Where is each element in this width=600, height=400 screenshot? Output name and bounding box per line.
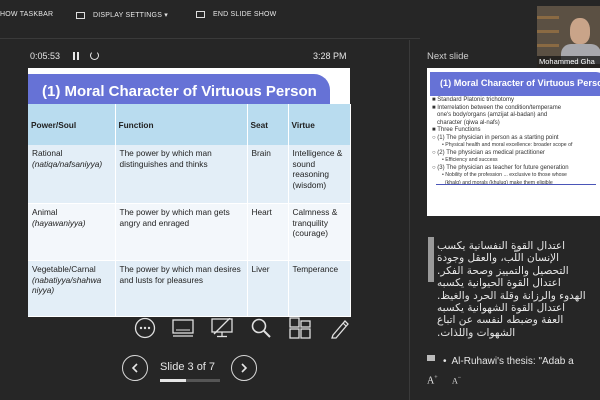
notes-scroll-thumb[interactable]: [428, 237, 434, 282]
notes-line: اعتدال القوة الشهوانية يكسبه: [437, 302, 566, 315]
list-item: • Efficiency and success: [442, 157, 498, 163]
list-item: ■ Three Functions: [432, 127, 481, 133]
function-cell: The power by which man desires and lusts…: [115, 260, 248, 317]
notes-line: اعتدال القوة الحيوانية يكسبه: [437, 277, 561, 290]
soul-term: (hayawaniyya): [32, 217, 86, 228]
black-screen-icon[interactable]: [210, 317, 234, 339]
speaker-notes[interactable]: اعتدال القوة النفسانية يكسب الإنسان اللّ…: [437, 240, 600, 339]
scroll-down-icon[interactable]: [427, 355, 435, 361]
virtue-cell: Calmness & tranquility (courage): [288, 203, 351, 261]
notes-line: الشهوات واللذات.: [437, 326, 516, 339]
table-header-row: Power/Soul Function Seat Virtue: [28, 104, 351, 145]
slide-counter: Slide 3 of 7: [160, 361, 216, 373]
chevron-left-icon: [131, 363, 138, 373]
table-row: Vegetable/Carnal (nabatiyya/shahwa niyya)…: [28, 260, 351, 317]
display-settings-button[interactable]: DISPLAY SETTINGS ▾: [76, 11, 168, 19]
elapsed-timer: 0:05:53: [30, 51, 61, 61]
slide-title: (1) Moral Character of Virtuous Person: [42, 83, 317, 100]
next-slide-content: ■ Standard Platonic trichotomy ■ Interre…: [432, 97, 600, 187]
slide-progress-fill: [160, 379, 186, 382]
notes-bullet-text: Al-Ruhawi's thesis: "Adab a: [451, 356, 574, 367]
list-item: ○ (2) The physician as medical practitio…: [432, 149, 545, 156]
toolbar-divider: [0, 38, 420, 39]
soul-name: Rational: [32, 148, 63, 158]
notes-bullet: • Al-Ruhawi's thesis: "Adab a: [443, 356, 574, 367]
next-slide-button[interactable]: [231, 355, 257, 381]
soul-cell: Vegetable/Carnal (nabatiyya/shahwa niyya): [28, 260, 116, 317]
see-all-slides-icon[interactable]: [171, 317, 195, 339]
monitor-icon: [76, 11, 85, 19]
list-item: • Nobility of the profession ... exclusi…: [442, 172, 567, 178]
header-seat: Seat: [247, 104, 289, 145]
list-item: one's body/organs (amzijat al-badan) and: [437, 112, 548, 118]
show-taskbar-label: HOW TASKBAR: [0, 11, 54, 18]
participant-name: Mohammed Gha: [537, 56, 600, 68]
notes-line: اعتدال القوة النفسانية يكسب: [437, 240, 566, 252]
previous-slide-button[interactable]: [122, 355, 148, 381]
next-slide-footer-line: [436, 184, 596, 185]
header-function: Function: [115, 104, 248, 145]
end-slide-show-button[interactable]: END SLIDE SHOW: [196, 11, 276, 18]
slide-progress-bar: [160, 379, 220, 382]
end-slide-show-label: END SLIDE SHOW: [213, 11, 277, 18]
participant-face: [570, 18, 590, 44]
pen-icon[interactable]: [328, 317, 352, 339]
seat-cell: Heart: [247, 203, 289, 261]
list-item: ○ (1) The physician in person as a start…: [432, 134, 559, 141]
soul-term: (natiqa/nafsaniyya): [32, 158, 103, 169]
pause-icon[interactable]: [73, 52, 79, 60]
moral-character-table: Power/Soul Function Seat Virtue Rational…: [28, 104, 351, 317]
header-power-soul: Power/Soul: [28, 104, 116, 145]
table-row: Rational (natiqa/nafsaniyya) The power by…: [28, 145, 351, 204]
current-time: 3:28 PM: [313, 51, 347, 61]
list-item: ■ Interrelation between the condition/te…: [432, 104, 562, 111]
display-settings-label: DISPLAY SETTINGS ▾: [93, 12, 168, 19]
virtue-cell: Temperance: [288, 260, 351, 317]
notes-line: العفة وضبطه لنفسه عن اتباع: [437, 314, 564, 327]
bookshelf: [537, 44, 559, 47]
list-item: ○ (3) The physician as teacher for futur…: [432, 164, 569, 171]
list-item: ■ Standard Platonic trichotomy: [432, 97, 515, 103]
panel-divider: [409, 40, 410, 400]
show-taskbar-button[interactable]: HOW TASKBAR: [0, 11, 53, 18]
notes-line: الهدوء والرزانة وقلة الحرد والغيظ.: [437, 289, 586, 302]
soul-term: (nabatiyya/shahwa niyya): [32, 274, 102, 296]
soul-cell: Rational (natiqa/nafsaniyya): [28, 145, 116, 204]
zoom-icon[interactable]: [249, 317, 273, 339]
notes-line: التحصيل والتمييز وصحة الفكر.: [437, 264, 569, 277]
soul-name: Animal: [32, 207, 58, 217]
bookshelf: [537, 16, 559, 19]
table-row: Animal (hayawaniyya) The power by which m…: [28, 203, 351, 261]
subtitles-icon[interactable]: [288, 317, 312, 339]
virtue-cell: Intelligence & sound reasoning (wisdom): [288, 145, 351, 204]
seat-cell: Liver: [247, 260, 289, 317]
list-item: character (qiwa al-nafs): [437, 119, 500, 126]
header-virtue: Virtue: [288, 104, 351, 145]
seat-cell: Brain: [247, 145, 289, 204]
end-show-icon: [196, 11, 205, 18]
function-cell: The power by which man gets angry and en…: [115, 203, 248, 261]
more-options-icon[interactable]: [133, 317, 157, 339]
soul-cell: Animal (hayawaniyya): [28, 203, 116, 261]
reset-timer-icon[interactable]: [90, 51, 99, 60]
bookshelf: [537, 30, 559, 33]
soul-name: Vegetable/Carnal: [32, 264, 96, 274]
chevron-right-icon: [241, 363, 248, 373]
notes-line: الإنسان اللّب، والعقل وجودة: [437, 252, 560, 265]
next-slide-label: Next slide: [427, 51, 469, 62]
next-slide-title: (1) Moral Character of Virtuous Person: [440, 78, 600, 88]
increase-font-button[interactable]: A+: [427, 375, 438, 386]
list-item: • Physical health and moral excellence: …: [442, 142, 573, 148]
function-cell: The power by which man distinguishes and…: [115, 145, 248, 204]
decrease-font-button[interactable]: A−: [452, 375, 461, 386]
